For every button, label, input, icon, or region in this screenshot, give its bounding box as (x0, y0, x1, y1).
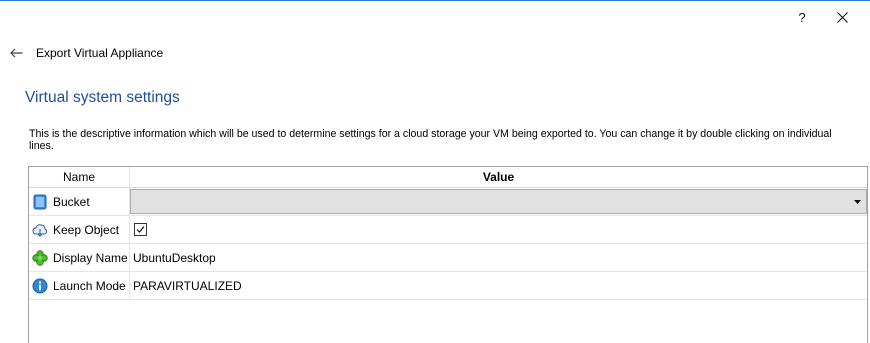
row-label: Keep Object (53, 222, 120, 237)
keep-object-checkbox[interactable] (134, 223, 147, 236)
wizard-header: Export Virtual Appliance (8, 45, 163, 61)
row-label: Display Name (53, 250, 128, 265)
table-row[interactable]: Bucket (29, 188, 867, 216)
table-header: Name Value (29, 167, 867, 188)
close-icon (836, 11, 848, 23)
checkmark-icon (136, 226, 145, 233)
row-name-cell: Display Name (29, 244, 130, 271)
chevron-down-icon (854, 199, 861, 204)
section-description: This is the descriptive information whic… (29, 128, 832, 152)
help-button[interactable]: ? (782, 7, 822, 27)
row-value-cell[interactable]: PARAVIRTUALIZED (130, 272, 867, 299)
row-value-cell[interactable] (130, 188, 867, 215)
section-title: Virtual system settings (25, 89, 180, 106)
back-button[interactable] (8, 45, 24, 61)
keep-object-icon (32, 222, 48, 238)
arrow-left-icon (9, 48, 22, 58)
row-value-cell[interactable]: UbuntuDesktop (130, 244, 867, 271)
info-icon (32, 278, 48, 294)
row-label: Launch Mode (53, 278, 126, 293)
title-bar-controls: ? (782, 7, 862, 27)
display-name-icon (32, 249, 48, 266)
close-button[interactable] (822, 7, 862, 27)
bucket-icon (32, 194, 48, 210)
export-appliance-window: ? Export Virtual Appliance Virtual syste… (0, 0, 870, 343)
row-label: Bucket (53, 194, 90, 209)
column-header-value[interactable]: Value (130, 167, 867, 187)
bucket-combobox[interactable] (130, 189, 867, 214)
row-value-cell[interactable] (130, 216, 867, 243)
row-name-cell: Keep Object (29, 216, 130, 243)
column-header-name[interactable]: Name (29, 167, 130, 187)
table-row[interactable]: Launch Mode PARAVIRTUALIZED (29, 272, 867, 300)
settings-table: Name Value Bucket Keep Object Display Na… (28, 166, 868, 343)
table-row[interactable]: Display Name UbuntuDesktop (29, 244, 867, 272)
dialog-title: Export Virtual Appliance (36, 46, 164, 60)
row-name-cell: Launch Mode (29, 272, 130, 299)
table-row[interactable]: Keep Object (29, 216, 867, 244)
row-name-cell: Bucket (29, 188, 130, 215)
